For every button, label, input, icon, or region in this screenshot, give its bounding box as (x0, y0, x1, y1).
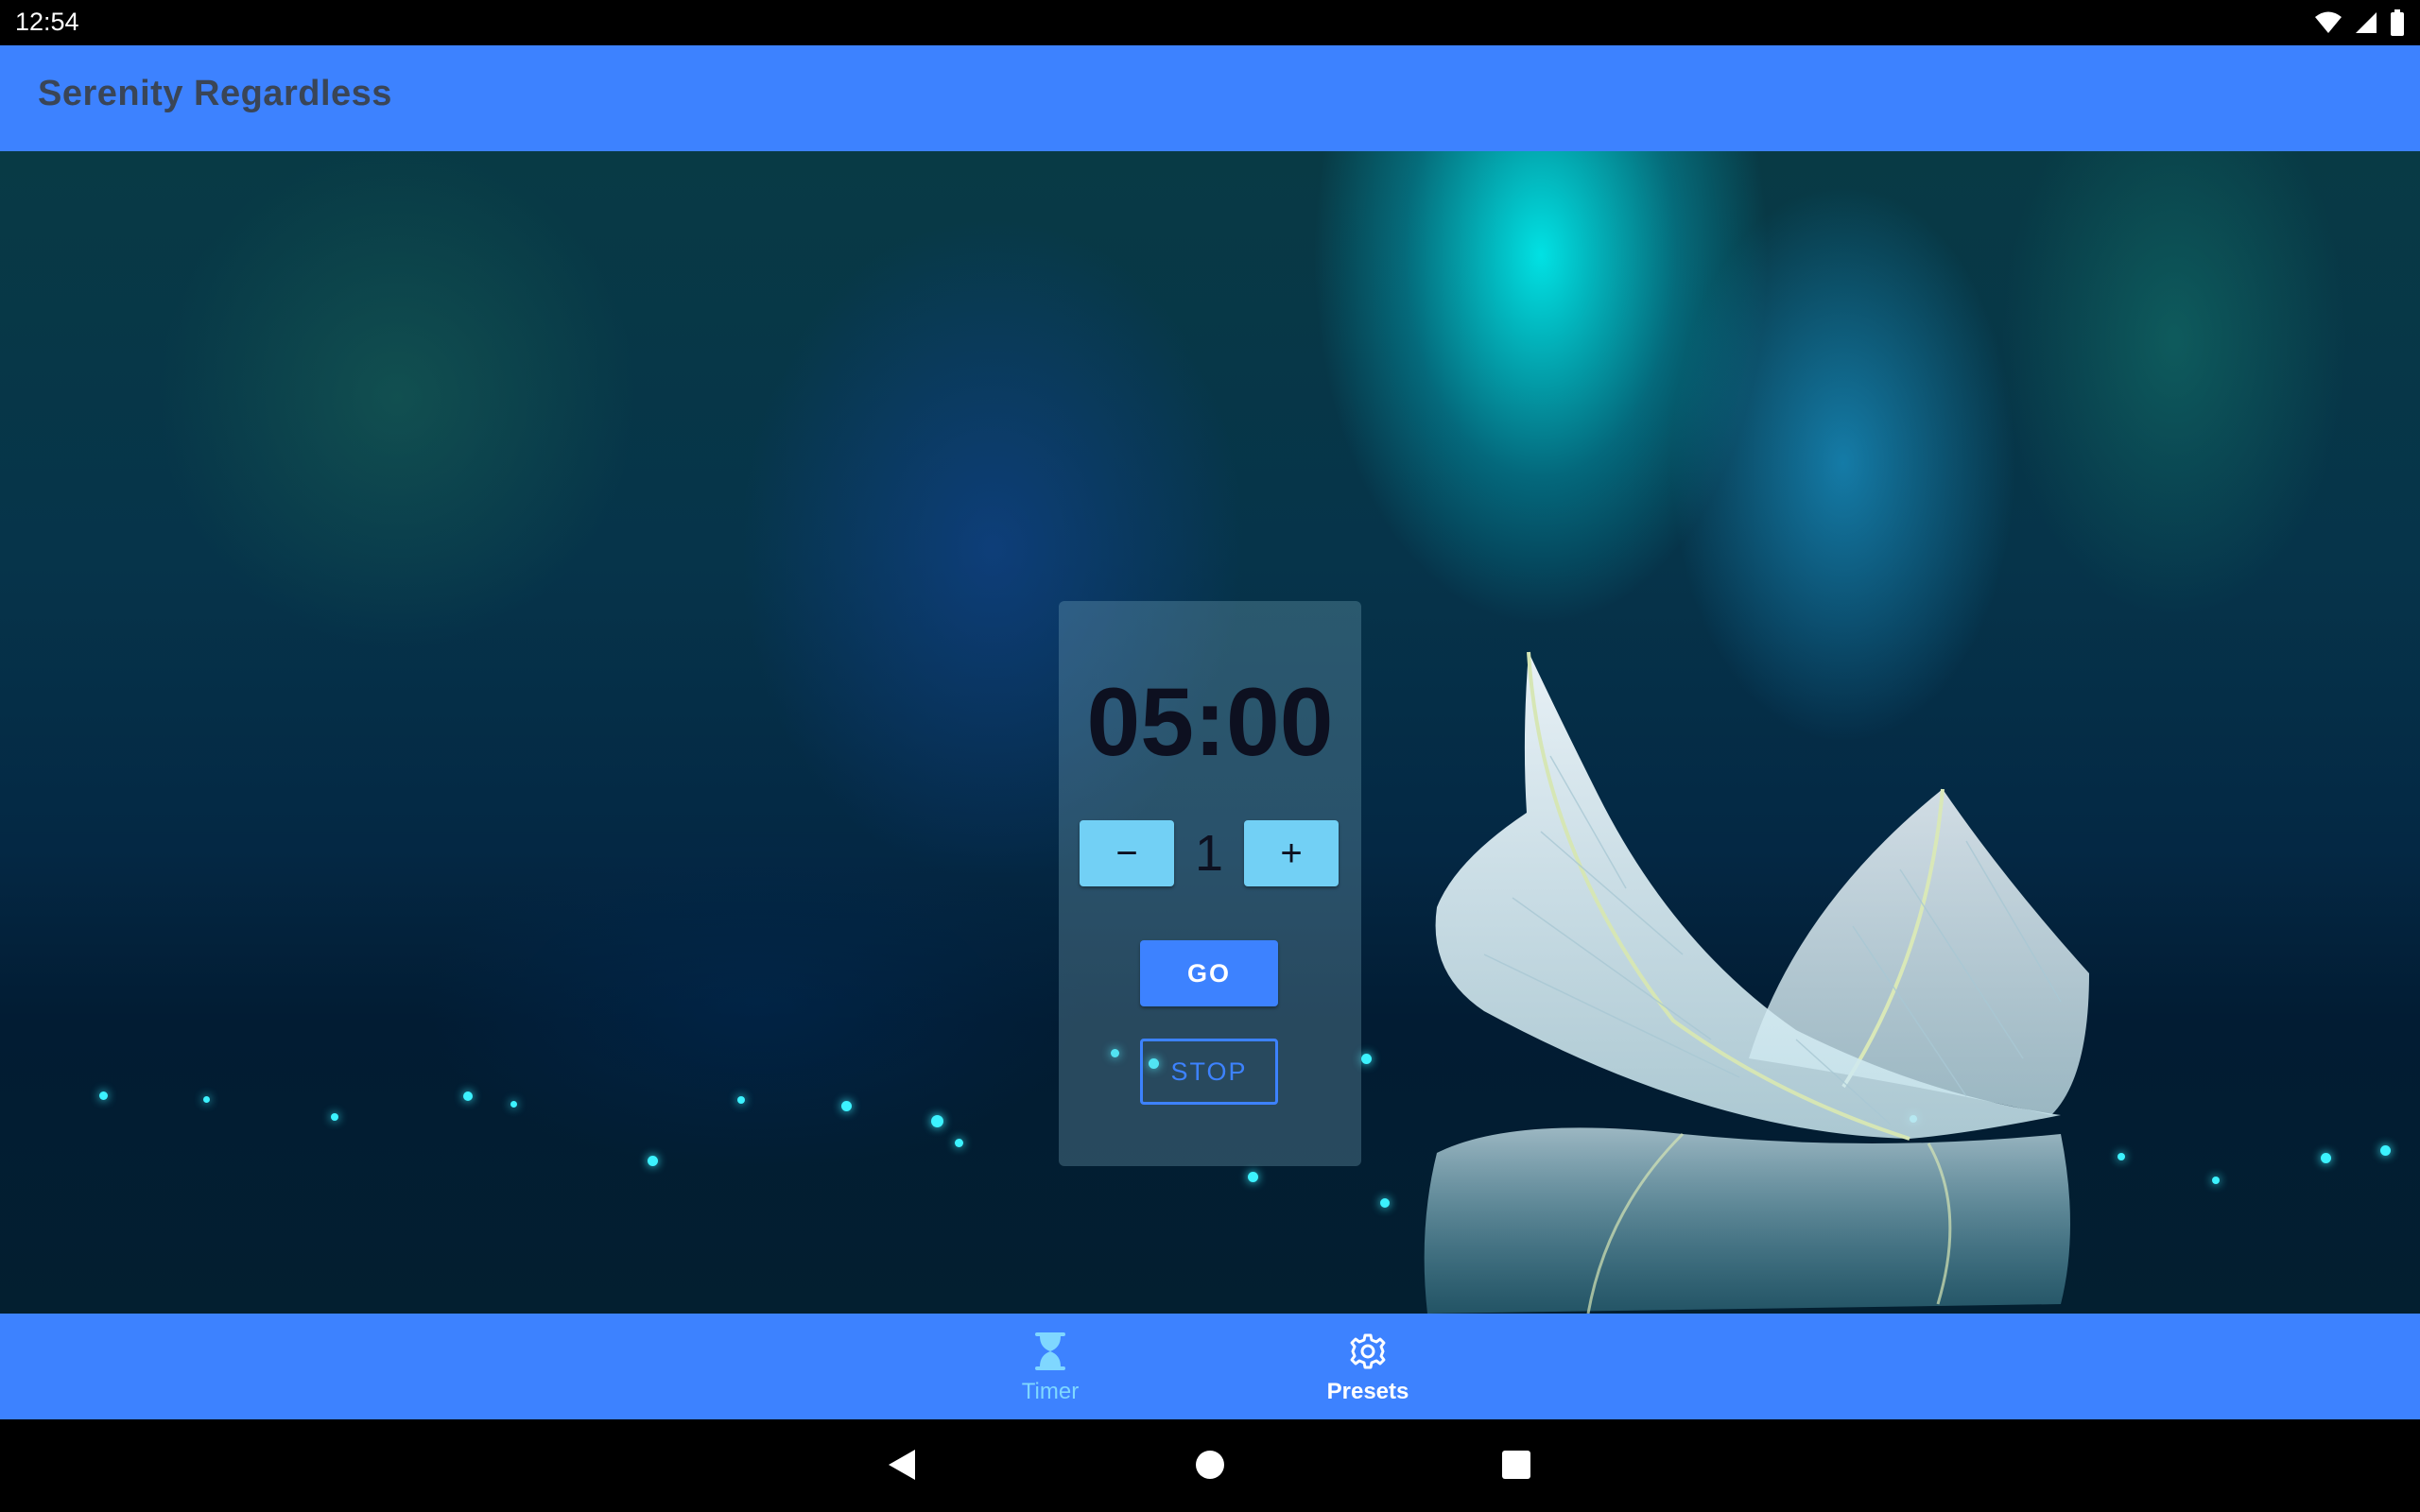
status-bar: 12:54 (0, 0, 2420, 45)
increment-button[interactable]: + (1244, 820, 1339, 886)
minus-icon: − (1115, 832, 1138, 874)
bokeh-light (1361, 1054, 1372, 1064)
wifi-icon (2314, 10, 2342, 40)
bokeh-light (510, 1101, 517, 1108)
battery-icon (2390, 9, 2405, 41)
bokeh-light (931, 1115, 943, 1127)
bokeh-light (2212, 1177, 2220, 1184)
leaf-illustration (1424, 651, 2089, 1314)
back-icon[interactable] (887, 1448, 917, 1486)
signal-icon (2354, 10, 2378, 40)
bokeh-light (2321, 1153, 2331, 1163)
bokeh-light (841, 1101, 852, 1111)
system-navigation-bar (0, 1419, 2420, 1512)
plus-icon: + (1280, 832, 1303, 874)
app-title: Serenity Regardless (38, 74, 392, 113)
step-value: 1 (1194, 825, 1224, 882)
decrement-button[interactable]: − (1080, 820, 1174, 886)
bokeh-light (955, 1139, 963, 1147)
bokeh-light (1248, 1172, 1258, 1182)
timer-card: 05:00 − 1 + GO STOP (1059, 601, 1361, 1166)
status-icons (2314, 9, 2405, 41)
nav-item-timer[interactable]: Timer (965, 1332, 1135, 1408)
hourglass-icon (1033, 1332, 1067, 1374)
gear-icon (1349, 1333, 1387, 1374)
bokeh-light (99, 1091, 108, 1100)
background-image: 05:00 − 1 + GO STOP (0, 151, 2420, 1314)
recents-icon[interactable] (1501, 1448, 1531, 1486)
bokeh-light (2380, 1145, 2391, 1156)
bokeh-light (2118, 1153, 2125, 1160)
nav-label-timer: Timer (1021, 1379, 1080, 1404)
bokeh-light (1380, 1198, 1390, 1208)
bokeh-light (331, 1113, 338, 1121)
timer-display: 05:00 (1086, 668, 1334, 776)
bokeh-light (203, 1096, 210, 1103)
bokeh-light (737, 1096, 745, 1104)
stop-button[interactable]: STOP (1140, 1039, 1278, 1105)
bottom-navigation: Timer Presets (0, 1314, 2420, 1419)
bokeh-light (463, 1091, 473, 1101)
nav-label-presets: Presets (1326, 1379, 1409, 1404)
home-icon[interactable] (1195, 1448, 1225, 1486)
app-bar: Serenity Regardless (0, 45, 2420, 151)
go-button[interactable]: GO (1140, 940, 1278, 1006)
nav-item-presets[interactable]: Presets (1283, 1332, 1453, 1408)
status-time: 12:54 (15, 8, 79, 36)
bokeh-light (648, 1156, 658, 1166)
